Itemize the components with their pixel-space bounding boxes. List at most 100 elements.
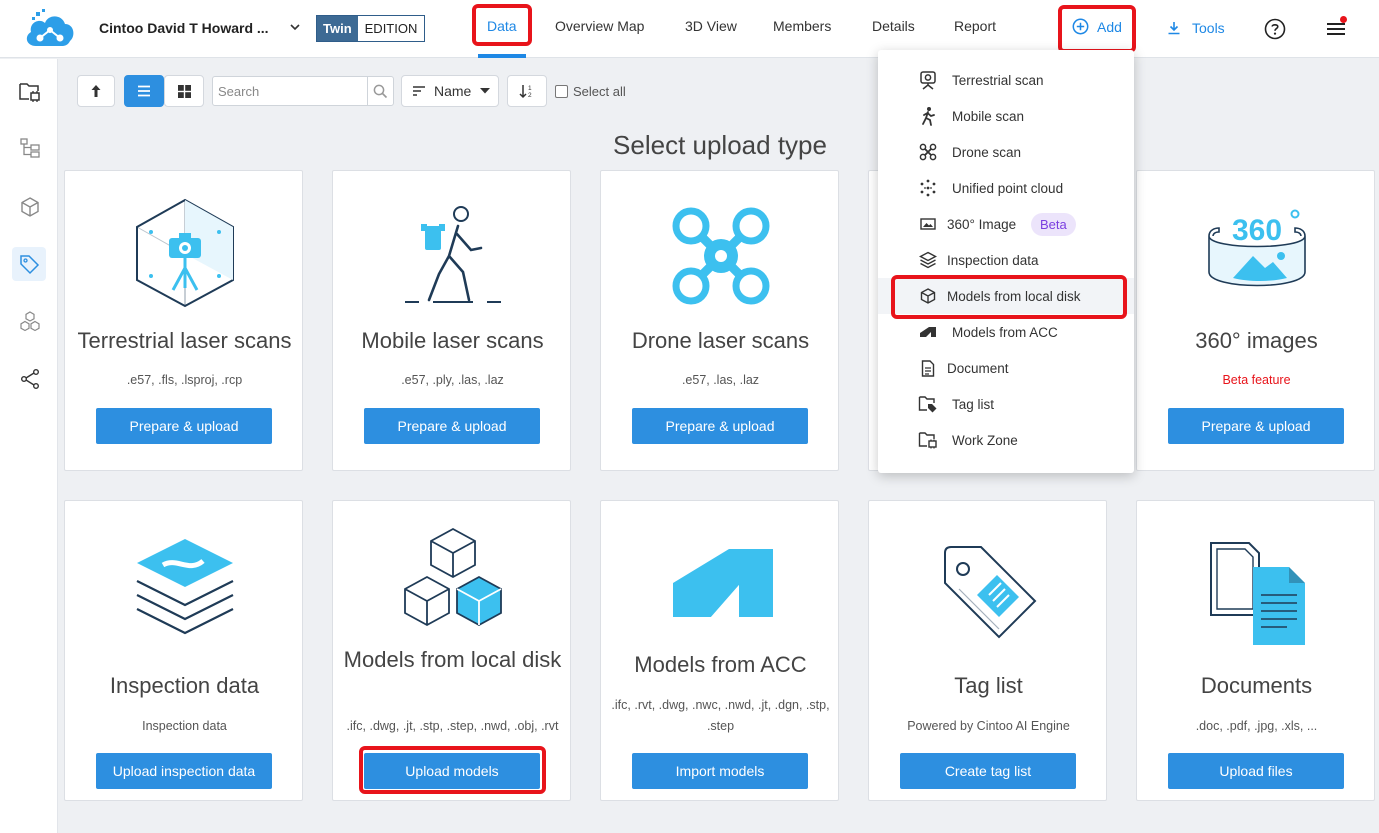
terrestrial-scanner-illustration [65,198,304,308]
search-icon[interactable] [367,77,393,105]
menu-item-inspection-data[interactable]: Inspection data [878,242,1134,278]
page-title: Select upload type [613,130,827,160]
card-title: Documents [1200,673,1313,698]
panorama-icon [918,214,938,234]
menu-item-label: Unified point cloud [952,180,1064,196]
drone-icon [918,142,938,162]
menu-item-label: Work Zone [952,432,1018,448]
card-formats: .e57, .ply, .las, .laz [401,373,504,387]
card-formats: .e57, .las, .laz [681,373,760,387]
sort-field-dropdown[interactable]: Name [401,75,499,107]
tab-details[interactable]: Details [872,18,915,34]
sidebar-item-tags[interactable] [12,247,46,281]
list-view-button[interactable] [124,75,164,107]
menu-item-tag-list[interactable]: Tag list [878,386,1134,422]
card-description: Powered by Cintoo AI Engine [907,719,1070,733]
upload-level-up-button[interactable] [77,75,115,107]
checkbox-box[interactable] [555,85,568,98]
select-all-checkbox[interactable]: Select all [555,84,626,99]
chevron-down-icon[interactable] [288,20,302,34]
upload-inspection-data-button[interactable]: Upload inspection data [96,753,272,789]
svg-text:1: 1 [528,85,532,92]
share-icon [21,369,39,389]
menu-item-work-zone[interactable]: Work Zone [878,422,1134,458]
highlight-models-local-menu-item [891,275,1127,319]
menu-item-label: Terrestrial scan [952,72,1044,88]
arrow-up-icon [91,85,101,97]
mobile-scanner-illustration [333,204,572,306]
acc-icon [918,322,938,342]
menu-item-mobile-scan[interactable]: Mobile scan [878,98,1134,134]
hierarchy-icon [20,138,40,158]
sidebar-item-models[interactable] [14,191,46,223]
menu-item-label: Tag list [952,396,995,412]
sort-order-icon: 1 2 [519,85,532,99]
prepare-upload-mobile-button[interactable]: Prepare & upload [364,408,540,444]
highlight-add-button [1058,5,1136,53]
card-formats: .ifc, .dwg, .jt, .stp, .step, .nwd, .obj… [346,719,559,733]
edition-label: EDITION [357,16,425,41]
card-title: Inspection data [109,673,260,698]
menu-item-label: Document [947,360,1009,376]
download-icon [1168,22,1180,35]
card-title: Drone laser scans [631,328,810,353]
panorama-360-illustration: 360 [1137,206,1376,306]
search-input[interactable] [213,77,368,105]
prepare-upload-360-button[interactable]: Prepare & upload [1168,408,1344,444]
document-icon [918,358,938,378]
grid-view-button[interactable] [164,75,204,107]
create-tag-list-button[interactable]: Create tag list [900,753,1076,789]
workzone-folder-icon [918,430,938,450]
menu-item-360-image[interactable]: 360° Image Beta [878,206,1134,242]
menu-item-unified-point-cloud[interactable]: Unified point cloud [878,170,1134,206]
prepare-upload-drone-button[interactable]: Prepare & upload [632,408,808,444]
upload-card-models-acc: Models from ACC .ifc, .rvt, .dwg, .nwc, … [600,500,839,801]
tab-overview-map[interactable]: Overview Map [555,18,644,34]
terrestrial-scan-icon [918,70,938,90]
edition-badge: Twin EDITION [316,15,426,42]
inspection-layers-illustration [65,537,304,647]
import-models-button[interactable]: Import models [632,753,808,789]
left-sidebar [0,59,58,833]
tag-folder-icon [918,394,938,414]
card-title: Mobile laser scans [361,328,544,353]
tab-report[interactable]: Report [954,18,996,34]
highlight-data-tab [472,4,532,46]
upload-card-mobile: Mobile laser scans .e57, .ply, .las, .la… [332,170,571,471]
list-icon [138,85,150,97]
help-icon[interactable] [1264,18,1286,40]
search-box [212,76,394,106]
highlight-upload-models [359,746,546,794]
tools-button[interactable]: Tools [1166,20,1225,36]
drone-illustration [601,206,840,306]
top-bar: Cintoo David T Howard ... Twin EDITION D… [0,0,1379,58]
sidebar-item-tree[interactable] [14,132,46,164]
prepare-upload-terrestrial-button[interactable]: Prepare & upload [96,408,272,444]
tag-icon [20,255,40,275]
upload-card-terrestrial: Terrestrial laser scans .e57, .fls, .lsp… [64,170,303,471]
tab-3d-view[interactable]: 3D View [685,18,737,34]
documents-illustration [1137,539,1376,647]
menu-item-terrestrial-scan[interactable]: Terrestrial scan [878,62,1134,98]
cintoo-logo-icon[interactable] [22,8,78,50]
layers-icon [918,250,938,270]
sidebar-item-workzone[interactable] [14,76,46,108]
menu-item-models-from-acc[interactable]: Models from ACC [878,314,1134,350]
cube-icon [21,197,39,217]
walking-person-icon [918,106,938,126]
beta-badge: Beta [1031,212,1076,236]
card-formats: .e57, .fls, .lsproj, .rcp [126,373,243,387]
sidebar-item-share[interactable] [14,363,46,395]
upload-card-inspection: Inspection data Inspection data Upload i… [64,500,303,801]
upload-files-button[interactable]: Upload files [1168,753,1344,789]
card-title: Tag list [954,673,1023,698]
menu-item-label: Drone scan [952,144,1022,160]
menu-item-document[interactable]: Document [878,350,1134,386]
sidebar-item-assemblies[interactable] [14,306,46,338]
notification-dot [1340,16,1347,23]
sort-direction-button[interactable]: 1 2 [507,75,547,107]
menu-item-label: 360° Image [947,216,1017,232]
tab-members[interactable]: Members [773,18,831,34]
project-name[interactable]: Cintoo David T Howard ... [99,20,269,36]
menu-item-drone-scan[interactable]: Drone scan [878,134,1134,170]
